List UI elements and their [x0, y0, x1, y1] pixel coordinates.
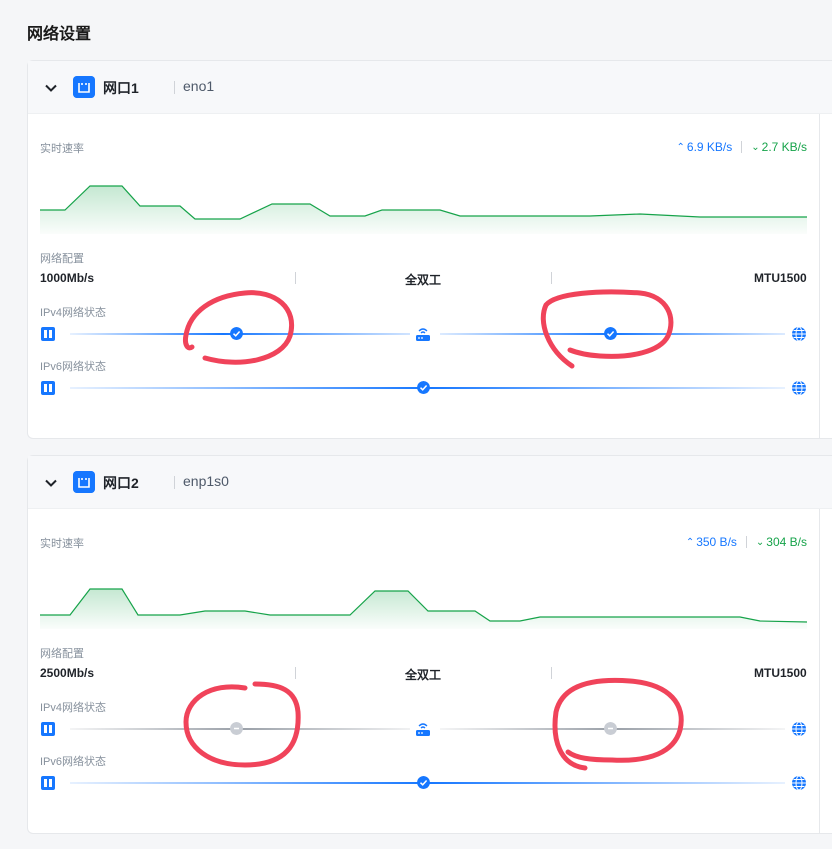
page-title: 网络设置	[27, 26, 92, 43]
speed-label: 实时速率	[40, 538, 84, 550]
ethernet-port-icon	[73, 471, 95, 493]
ipv4-label: IPv4网络状态	[40, 702, 107, 714]
port-card-1: 网口1 eno1 实时速率 ⌃ 6.9 KB/s ⌄ 2.7 KB/s 网络配置 1…	[27, 60, 832, 439]
check-circle-icon	[417, 381, 430, 394]
router-icon	[416, 723, 430, 736]
lan-port-icon	[41, 776, 55, 790]
config-label: 网络配置	[40, 648, 84, 660]
ipv4-label: IPv4网络状态	[40, 307, 107, 319]
upload-rate: 6.9 KB/s	[686, 140, 733, 154]
chevron-down-icon[interactable]	[44, 81, 58, 95]
globe-icon	[792, 326, 806, 342]
header-divider	[174, 476, 175, 489]
duplex-mode: 全双工	[405, 668, 442, 682]
lan-port-icon	[41, 381, 55, 395]
check-circle-icon	[230, 327, 243, 340]
download-arrow-icon: ⌄	[755, 536, 765, 548]
network-settings-page: 网络设置 网口1 eno1 实时速率 ⌃ 6.9 KB/s ⌄ 2.7 KB/s 网…	[0, 0, 832, 849]
speed-sparkline	[40, 185, 807, 234]
speed-label: 实时速率	[40, 143, 84, 155]
lan-port-icon	[41, 722, 55, 736]
ipv6-status-row	[40, 378, 808, 398]
download-rate: 2.7 KB/s	[761, 140, 807, 154]
ipv6-label: IPv6网络状态	[40, 756, 107, 768]
check-circle-icon	[417, 776, 430, 789]
port-device: enp1s0	[183, 473, 229, 489]
port-header-1[interactable]: 网口1 eno1	[28, 61, 832, 114]
minus-circle-icon	[230, 722, 243, 735]
link-speed: 1000Mb/s	[40, 271, 95, 285]
download-rate: 304 B/s	[766, 535, 807, 549]
mtu-value: MTU1500	[754, 271, 807, 285]
ipv4-status-row	[40, 719, 808, 739]
rate-display: ⌃ 6.9 KB/s ⌄ 2.7 KB/s	[677, 140, 808, 154]
scroll-divider	[819, 114, 820, 439]
ipv6-label: IPv6网络状态	[40, 361, 107, 373]
speed-sparkline	[40, 588, 807, 629]
port-name: 网口2	[103, 475, 139, 491]
upload-arrow-icon: ⌃	[676, 141, 685, 153]
rate-display: ⌃ 350 B/s ⌄ 304 B/s	[686, 535, 807, 549]
globe-icon	[792, 775, 806, 791]
port-device: eno1	[183, 78, 215, 94]
upload-rate: 350 B/s	[696, 535, 737, 549]
port-name: 网口1	[103, 80, 139, 96]
ipv6-status-row	[40, 773, 808, 793]
download-arrow-icon: ⌄	[751, 141, 760, 153]
check-circle-icon	[604, 327, 617, 340]
ipv4-status-row	[40, 324, 808, 344]
globe-icon	[792, 380, 806, 396]
upload-arrow-icon: ⌃	[685, 536, 695, 548]
lan-port-icon	[41, 327, 55, 341]
router-icon	[416, 328, 430, 341]
port-header-2[interactable]: 网口2 enp1s0	[28, 456, 832, 509]
mtu-value: MTU1500	[754, 666, 807, 680]
minus-circle-icon	[604, 722, 617, 735]
scroll-divider	[819, 509, 820, 834]
port-card-2: 网口2 enp1s0 实时速率 ⌃ 350 B/s ⌄ 304 B/s 网络配置 2…	[27, 455, 832, 834]
link-speed: 2500Mb/s	[40, 666, 95, 680]
config-label: 网络配置	[40, 253, 84, 265]
globe-icon	[792, 721, 806, 737]
ethernet-port-icon	[73, 76, 95, 98]
header-divider	[174, 81, 175, 94]
duplex-mode: 全双工	[405, 273, 442, 287]
chevron-down-icon[interactable]	[44, 476, 58, 490]
